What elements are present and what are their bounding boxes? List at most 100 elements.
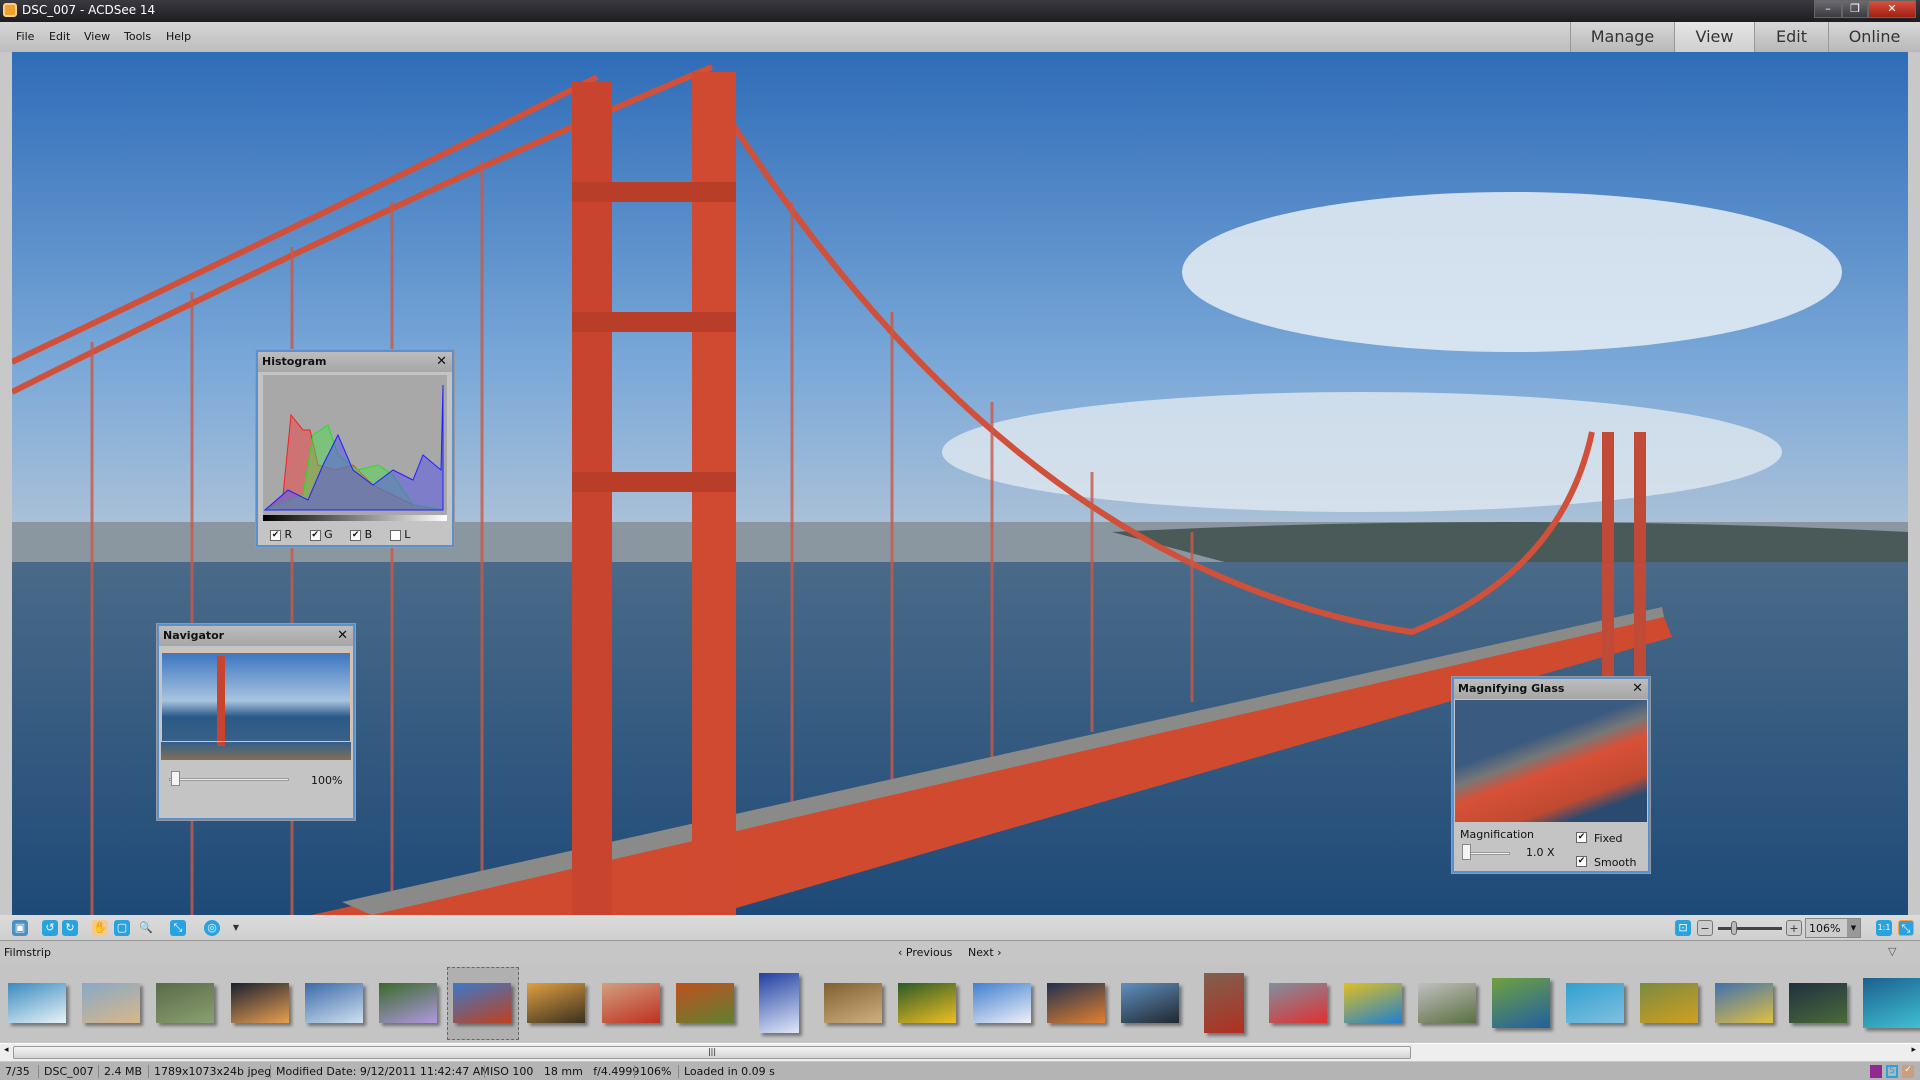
channel-g-checkbox[interactable]: ✔: [309, 529, 321, 541]
next-button[interactable]: Next ›: [968, 946, 1002, 959]
slider-thumb[interactable]: [171, 771, 180, 786]
filmstrip[interactable]: [0, 964, 1920, 1042]
minimize-button[interactable]: –: [1814, 0, 1842, 18]
dropdown-arrow-icon[interactable]: ▼: [228, 920, 244, 936]
collapse-icon[interactable]: ▽: [1888, 945, 1896, 958]
channel-l-label: L: [404, 528, 411, 541]
mode-edit[interactable]: Edit: [1754, 22, 1828, 52]
filmstrip-thumbnail[interactable]: [1343, 983, 1402, 1023]
filmstrip-thumbnail[interactable]: [1714, 983, 1773, 1023]
menu-view[interactable]: View: [84, 30, 110, 43]
rotate-left-icon[interactable]: ↺: [42, 920, 58, 936]
filmstrip-thumbnail[interactable]: [1566, 983, 1625, 1023]
channel-l-checkbox[interactable]: [389, 529, 401, 541]
filmstrip-thumbnail[interactable]: [972, 983, 1031, 1023]
magnifier-title: Magnifying Glass: [1458, 682, 1565, 695]
zoom-out-icon[interactable]: −: [1697, 920, 1713, 936]
fixed-label: Fixed: [1594, 832, 1623, 845]
magnifying-glass-panel[interactable]: Magnifying Glass ✕ Magnification 1.0 X ✔ …: [1452, 677, 1650, 873]
title-bar: DSC_007 - ACDSee 14 – ❐ ✕: [0, 0, 1920, 22]
status-dimensions: 1789x1073x24b jpeg: [148, 1065, 271, 1078]
filmstrip-thumbnail[interactable]: [1121, 983, 1179, 1023]
slider-thumb[interactable]: [1462, 844, 1471, 860]
filmstrip-thumbnail[interactable]: [1046, 983, 1105, 1023]
magnifier-header[interactable]: Magnifying Glass ✕: [1454, 679, 1648, 699]
filmstrip-thumbnail[interactable]: [230, 983, 289, 1023]
filmstrip-thumbnail[interactable]: [1417, 983, 1476, 1023]
scroll-right-icon[interactable]: ▸: [1911, 1045, 1916, 1055]
sync-icon[interactable]: S: [1886, 1065, 1898, 1078]
filmstrip-thumbnail[interactable]: [675, 983, 734, 1023]
filmstrip-scrollbar[interactable]: ◂ ||| ▸: [0, 1043, 1920, 1061]
status-filename: DSC_007: [38, 1065, 94, 1078]
zoom-in-icon[interactable]: +: [1786, 920, 1802, 936]
close-button[interactable]: ✕: [1868, 0, 1916, 18]
full-screen-icon[interactable]: ⤡: [170, 920, 186, 936]
filmstrip-thumbnail[interactable]: [1492, 978, 1550, 1028]
filmstrip-thumbnail[interactable]: [304, 983, 363, 1023]
color-label-icon[interactable]: [1870, 1065, 1882, 1078]
close-icon[interactable]: ✕: [1632, 681, 1643, 696]
mode-manage[interactable]: Manage: [1570, 22, 1674, 52]
menu-tools[interactable]: Tools: [124, 30, 151, 43]
channel-g-label: G: [324, 528, 333, 541]
fixed-checkbox[interactable]: ✔: [1576, 832, 1587, 843]
filmstrip-thumbnail[interactable]: [1269, 983, 1328, 1023]
channel-b-checkbox[interactable]: ✔: [350, 529, 362, 541]
channel-toggles: ✔ R ✔ G ✔ B L: [258, 526, 452, 541]
menu-help[interactable]: Help: [166, 30, 191, 43]
filmstrip-thumbnail[interactable]: [898, 983, 957, 1023]
menu-file[interactable]: File: [16, 30, 34, 43]
navigator-panel[interactable]: Navigator ✕ 100%: [157, 624, 355, 820]
fit-to-window-icon[interactable]: ⤡: [1898, 920, 1914, 936]
scrollbar-thumb[interactable]: |||: [13, 1046, 1411, 1059]
filmstrip-thumbnail[interactable]: [156, 983, 215, 1023]
hand-tool-icon[interactable]: ✋: [92, 920, 108, 936]
channel-r-checkbox[interactable]: ✔: [270, 529, 281, 541]
globe-icon[interactable]: ◎: [204, 920, 220, 936]
actual-size-button[interactable]: 1:1: [1876, 920, 1892, 936]
mode-online[interactable]: Online: [1828, 22, 1920, 52]
zoom-tool-icon[interactable]: 🔍: [138, 920, 154, 936]
filmstrip-thumbnail[interactable]: [82, 983, 141, 1023]
tag-check-icon[interactable]: ✓: [1902, 1065, 1914, 1078]
delete-icon[interactable]: ▣: [12, 920, 28, 936]
zoom-slider-thumb[interactable]: [1731, 921, 1737, 935]
histogram-panel[interactable]: Histogram ✕ ✔ R ✔ G ✔ B L: [256, 350, 454, 547]
navigator-zoom-value: 100%: [311, 774, 343, 787]
navigator-zoom-row: 100%: [159, 760, 353, 800]
filmstrip-thumbnail[interactable]: [1204, 973, 1245, 1033]
filmstrip-thumbnail[interactable]: [1640, 983, 1699, 1023]
image-viewer[interactable]: Histogram ✕ ✔ R ✔ G ✔ B L Navigator ✕ 100%: [12, 52, 1908, 915]
navigator-zoom-slider[interactable]: [169, 778, 289, 781]
previous-button[interactable]: ‹ Previous: [898, 946, 952, 959]
close-icon[interactable]: ✕: [436, 354, 447, 369]
chevron-down-icon[interactable]: ▼: [1847, 919, 1860, 937]
rotate-right-icon[interactable]: ↻: [62, 920, 78, 936]
filmstrip-thumbnail[interactable]: [759, 973, 799, 1033]
filmstrip-thumbnail[interactable]: [601, 983, 660, 1023]
smooth-checkbox[interactable]: ✔: [1576, 856, 1587, 867]
maximize-button[interactable]: ❐: [1842, 0, 1868, 18]
navigator-header[interactable]: Navigator ✕: [159, 626, 353, 646]
scroll-left-icon[interactable]: ◂: [4, 1045, 9, 1055]
select-tool-icon[interactable]: ▢: [114, 920, 130, 936]
status-zoom: 106%: [634, 1065, 671, 1078]
filmstrip-thumbnail[interactable]: [453, 983, 512, 1023]
status-index: 7/35: [5, 1065, 30, 1078]
filmstrip-thumbnail[interactable]: [379, 983, 437, 1023]
next-label: Next: [968, 946, 994, 959]
mode-view[interactable]: View: [1674, 22, 1754, 52]
filmstrip-thumbnail[interactable]: [527, 983, 586, 1023]
histogram-header[interactable]: Histogram ✕: [258, 352, 452, 372]
fit-image-icon[interactable]: ⊡: [1675, 920, 1691, 936]
filmstrip-thumbnail[interactable]: [8, 983, 66, 1023]
close-icon[interactable]: ✕: [337, 628, 348, 643]
filmstrip-thumbnail[interactable]: [1863, 978, 1920, 1028]
menu-edit[interactable]: Edit: [49, 30, 70, 43]
navigator-preview[interactable]: [161, 652, 351, 760]
filmstrip-thumbnail[interactable]: [824, 983, 883, 1023]
filmstrip-thumbnail[interactable]: [1788, 983, 1847, 1023]
zoom-level-select[interactable]: 106% ▼: [1805, 918, 1861, 938]
zoom-slider[interactable]: [1718, 927, 1782, 930]
